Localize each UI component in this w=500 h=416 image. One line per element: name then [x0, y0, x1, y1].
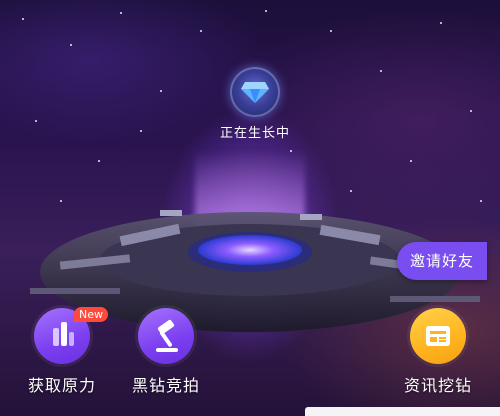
star [330, 30, 332, 32]
star [350, 190, 352, 192]
growth-status-button[interactable] [230, 67, 280, 117]
new-badge: New [74, 307, 108, 322]
star [470, 110, 472, 112]
black-diamond-auction-button[interactable]: 黑钻竞拍 [121, 308, 211, 396]
star [98, 160, 100, 162]
star [410, 160, 412, 162]
news-mining-button[interactable]: 资讯挖钻 [393, 308, 483, 396]
bottom-panel-edge [305, 407, 500, 416]
gavel-icon [138, 308, 194, 364]
get-power-label: 获取原力 [27, 376, 96, 395]
growing-status-text: 正在生长中 [219, 126, 290, 141]
diamond-icon [241, 82, 269, 103]
star [200, 30, 202, 32]
black-diamond-auction-label: 黑钻竞拍 [131, 376, 200, 395]
star [440, 22, 442, 24]
star [380, 70, 382, 72]
star [22, 18, 24, 20]
star [265, 10, 267, 12]
star [140, 130, 142, 132]
news-mining-label: 资讯挖钻 [403, 376, 472, 395]
invite-friends-button[interactable]: 邀请好友 [397, 242, 487, 280]
star [35, 120, 37, 122]
star [70, 44, 72, 46]
star [120, 12, 122, 14]
news-icon [410, 308, 466, 364]
star [160, 90, 162, 92]
